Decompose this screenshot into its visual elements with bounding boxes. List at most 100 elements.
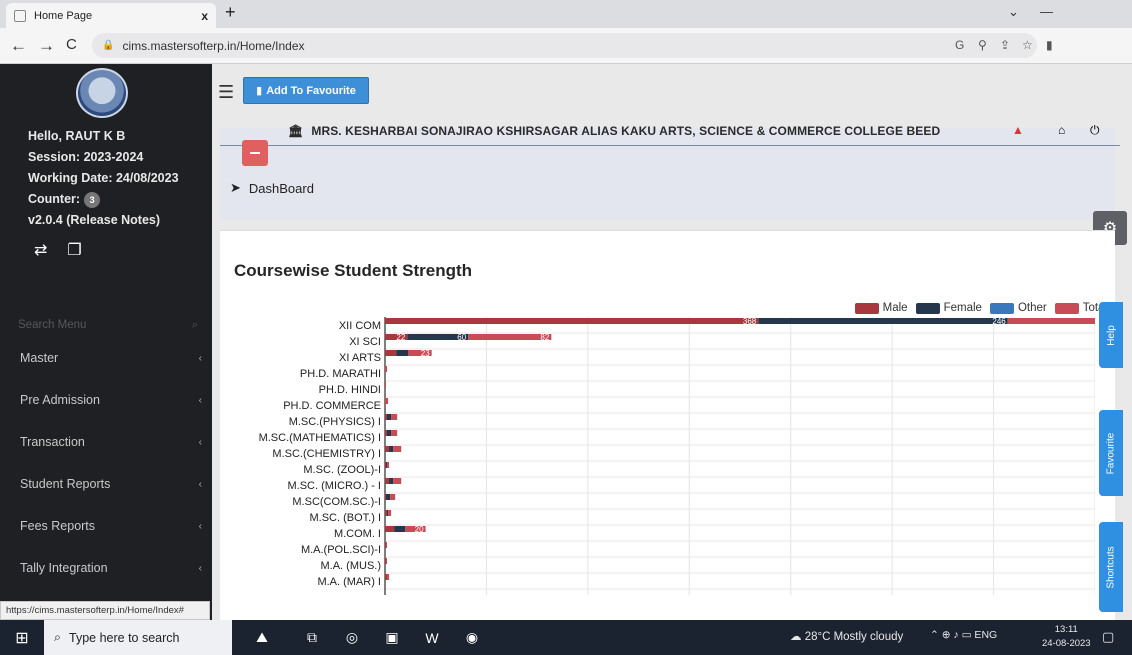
bar-male: [385, 478, 390, 484]
reload-icon[interactable]: C: [66, 36, 77, 53]
task-view-icon[interactable]: ⧉: [292, 629, 332, 646]
help-tab-label: Help: [1105, 324, 1117, 346]
category-label: M.SC.(MATHEMATICS) I: [259, 432, 381, 444]
help-tab[interactable]: Help: [1099, 302, 1123, 368]
notification-icon[interactable]: ▢: [1102, 629, 1114, 645]
category-label: M.SC.(PHYSICS) I: [289, 416, 381, 428]
sidepanel-icon[interactable]: ▮: [1046, 38, 1053, 52]
url-input[interactable]: 🔒 cims.mastersofterp.in/Home/Index: [92, 33, 1037, 58]
hamburger-menu-icon[interactable]: ☰: [218, 82, 234, 103]
college-logo: [76, 68, 128, 118]
store-icon[interactable]: ▣: [372, 629, 412, 646]
browser-tab-bar: Home Page x + ⌄ —: [0, 0, 1132, 28]
minimize-icon[interactable]: —: [1040, 4, 1053, 19]
sidebar-item-tally-integration[interactable]: Tally Integration ‹: [0, 553, 212, 583]
category-label: M.A.(POL.SCI)-I: [301, 544, 381, 556]
bar-male: [385, 526, 395, 532]
tab-close-icon[interactable]: x: [201, 9, 208, 23]
bar-total: [388, 510, 392, 516]
legend-swatch: [989, 302, 1014, 314]
sidebar-item-master[interactable]: Master ‹: [0, 343, 212, 373]
page-favicon-icon: [14, 9, 26, 22]
sidebar-item-fees-reports[interactable]: Fees Reports ‹: [0, 511, 212, 541]
category-label: M.COM. I: [334, 528, 381, 540]
version-link[interactable]: v2.0.4 (Release Notes): [28, 210, 179, 231]
legend-swatch: [1054, 302, 1079, 314]
back-arrow-icon[interactable]: ←: [10, 36, 27, 56]
search-menu-input[interactable]: Search Menu ⌕: [18, 314, 198, 336]
power-icon[interactable]: ⏻: [1090, 123, 1100, 138]
new-tab-icon[interactable]: +: [225, 2, 236, 23]
forward-arrow-icon[interactable]: →: [38, 36, 55, 56]
bar-female: [387, 510, 389, 516]
sidebar-item-label: Master: [20, 351, 59, 365]
tab-title: Home Page: [34, 9, 93, 22]
data-label-male: 22: [396, 333, 405, 342]
taskbar-app-icon[interactable]: ⛰: [232, 629, 292, 646]
share-icon[interactable]: ⇪: [1000, 38, 1010, 52]
notification-bell-icon[interactable]: ▲: [1012, 123, 1024, 137]
tab-search-icon[interactable]: ⌄: [1008, 4, 1019, 20]
sidebar-item-transaction[interactable]: Transaction ‹: [0, 427, 212, 457]
session: Session: 2023-2024: [28, 150, 144, 164]
chevron-left-icon: ‹: [198, 394, 202, 406]
browser-tab[interactable]: Home Page x: [6, 3, 216, 28]
data-label-female: 246: [992, 317, 1006, 326]
bar-total: [387, 462, 390, 468]
bar-male: [385, 446, 390, 452]
counter-badge: 3: [84, 192, 101, 208]
taskbar-search-placeholder: Type here to search: [69, 630, 180, 645]
home-icon[interactable]: ⌂: [1058, 123, 1065, 137]
bar-total: [468, 334, 552, 340]
bookmark-star-icon[interactable]: ☆: [1022, 38, 1033, 52]
switch-icon[interactable]: ⇄: [34, 240, 47, 260]
bar-male: [385, 318, 759, 324]
add-to-favourite-button[interactable]: ▮ Add To Favourite: [243, 77, 369, 104]
shortcuts-tab-label: Shortcuts: [1105, 545, 1117, 589]
user-info: Hello, RAUT K B Session: 2023-2024 Worki…: [28, 126, 179, 231]
category-label: M.SC. (BOT.) I: [310, 512, 382, 524]
bar-male: [385, 558, 387, 564]
bar-female: [387, 414, 392, 420]
bar-male: [385, 350, 397, 356]
college-title: 🏛 MRS. KESHARBAI SONAJIRAO KSHIRSAGAR ALI…: [288, 124, 940, 138]
category-label: XI SCI: [349, 336, 381, 348]
bar-female: [389, 446, 394, 452]
whatsapp-icon[interactable]: ◎: [332, 629, 372, 646]
sidebar-item-label: Fees Reports: [20, 519, 96, 533]
favourite-tab[interactable]: Favourite: [1099, 410, 1123, 496]
chart-panel: Coursewise Student Strength Male Female …: [220, 230, 1115, 620]
tags-icon: ➤: [230, 180, 241, 195]
taskbar-search-input[interactable]: ⌕ Type here to search: [44, 620, 232, 655]
zoom-icon[interactable]: ⚲: [978, 38, 987, 52]
minus-icon: [250, 152, 260, 154]
bar-female: [758, 318, 1008, 324]
weather-widget[interactable]: ☁ 28°C Mostly cloudy: [790, 629, 903, 643]
sidebar-item-pre-admission[interactable]: Pre Admission ‹: [0, 385, 212, 415]
category-label: PH.D. COMMERCE: [283, 400, 381, 412]
category-label: M.A. (MUS.): [321, 560, 382, 572]
sidebar-item-student-reports[interactable]: Student Reports ‹: [0, 469, 212, 499]
bar-male: [385, 494, 387, 500]
legend-swatch: [854, 302, 879, 314]
clock[interactable]: 13:11 24-08-2023: [1042, 623, 1091, 651]
google-icon[interactable]: G: [955, 38, 964, 52]
copy-icon[interactable]: ❐: [67, 240, 81, 260]
bar-total: [393, 478, 402, 484]
chrome-icon[interactable]: ◉: [452, 629, 492, 646]
chart-title: Coursewise Student Strength: [234, 261, 473, 280]
sidebar: Hello, RAUT K B Session: 2023-2024 Worki…: [0, 64, 212, 620]
system-tray[interactable]: ⌃ ⊕ ♪ ▭ ENG: [930, 629, 997, 641]
bar-total: [385, 398, 389, 404]
bar-female: [386, 462, 388, 468]
shortcuts-tab[interactable]: Shortcuts: [1099, 522, 1123, 612]
bar-total: [393, 446, 402, 452]
category-label: XII COM: [339, 320, 381, 332]
windows-start-icon[interactable]: ⊞: [0, 628, 44, 648]
counter-label: Counter:: [28, 192, 81, 206]
bar-total: [390, 494, 396, 500]
bar-male: [385, 510, 388, 516]
collapse-button[interactable]: [242, 140, 268, 166]
word-icon[interactable]: W: [412, 630, 452, 646]
bar-total: [1007, 318, 1095, 324]
